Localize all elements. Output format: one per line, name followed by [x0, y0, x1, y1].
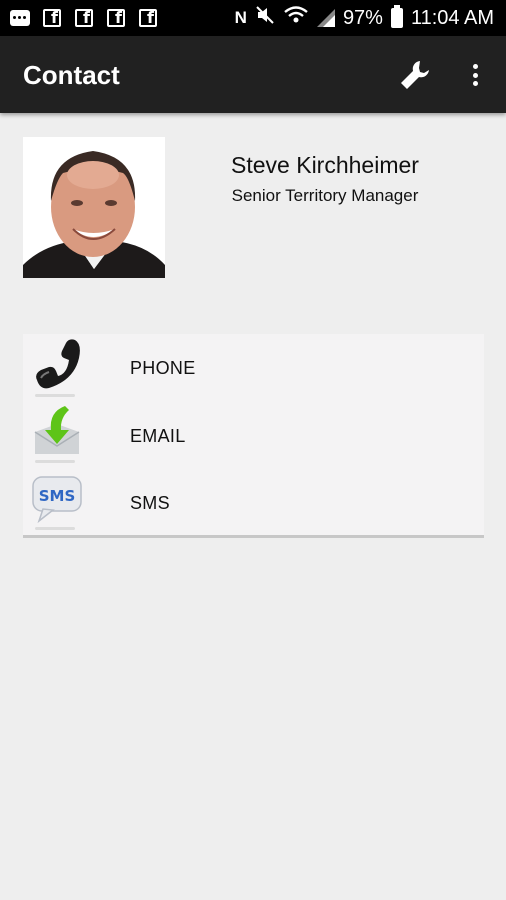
nfc-icon: N — [234, 8, 247, 27]
phone-action[interactable]: PHONE — [23, 334, 484, 400]
clock: 11:04 AM — [410, 6, 494, 29]
sms-icon-text: SMS — [39, 487, 76, 505]
app-bar: Contact — [0, 36, 506, 113]
messenger-icon — [10, 9, 30, 27]
battery-icon — [390, 5, 403, 28]
facebook-icon — [106, 8, 126, 27]
phone-icon — [29, 336, 85, 396]
wrench-icon[interactable] — [398, 58, 432, 92]
contact-name: Steve Kirchheimer — [231, 152, 419, 178]
icon-shadow — [35, 460, 75, 463]
sms-label: SMS — [130, 493, 170, 513]
icon-shadow — [35, 527, 75, 530]
facebook-icon — [138, 8, 158, 27]
email-action[interactable]: EMAIL — [23, 402, 484, 468]
more-vert-icon[interactable] — [464, 60, 486, 90]
icon-shadow — [35, 394, 75, 397]
page-title: Contact — [23, 60, 120, 90]
facebook-icon — [74, 8, 94, 27]
sms-icon: SMS — [29, 471, 85, 531]
wifi-icon — [283, 5, 309, 31]
contact-actions-list: PHONE EMAIL SMS SMS — [23, 334, 484, 538]
facebook-icon — [42, 8, 62, 27]
mute-icon — [255, 5, 275, 31]
contact-job-title: Senior Territory Manager — [231, 186, 419, 205]
system-icons: N 97% 11:04 AM — [235, 5, 494, 31]
status-bar: N 97% 11:04 AM — [0, 0, 506, 36]
notification-icons — [10, 8, 158, 28]
email-icon — [29, 404, 85, 464]
signal-icon — [316, 9, 335, 27]
phone-label: PHONE — [130, 358, 196, 378]
battery-percent: 97% — [342, 6, 383, 29]
avatar — [23, 137, 165, 278]
email-label: EMAIL — [130, 426, 186, 446]
sms-action[interactable]: SMS SMS — [23, 469, 484, 535]
